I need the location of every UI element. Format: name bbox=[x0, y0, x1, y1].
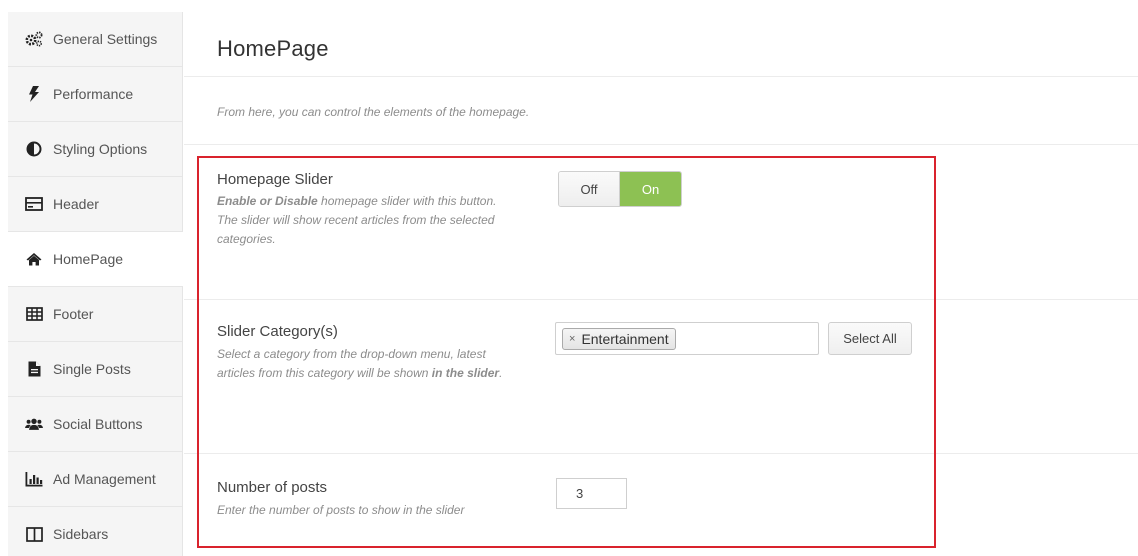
gears-icon bbox=[25, 30, 43, 48]
toggle-on-button[interactable]: On bbox=[620, 172, 681, 206]
sidebar-item-general-settings[interactable]: General Settings bbox=[8, 12, 182, 67]
sidebar-item-label: Header bbox=[53, 196, 99, 212]
posts-setting-desc: Enter the number of posts to show in the… bbox=[217, 503, 465, 517]
slider-setting-title: Homepage Slider bbox=[217, 171, 333, 188]
divider bbox=[184, 144, 1138, 145]
bolt-icon bbox=[25, 85, 43, 103]
sidebar-item-footer[interactable]: Footer bbox=[8, 287, 182, 342]
slider-setting-desc: Enable or Disable homepage slider with t… bbox=[217, 192, 507, 249]
category-desc-end: . bbox=[499, 366, 503, 380]
sidebar-item-header[interactable]: Header bbox=[8, 177, 182, 232]
divider bbox=[184, 76, 1138, 77]
sidebar-item-sidebars[interactable]: Sidebars bbox=[8, 507, 182, 556]
sidebar-item-label: Performance bbox=[53, 86, 134, 102]
sidebar-item-performance[interactable]: Performance bbox=[8, 67, 182, 122]
divider bbox=[184, 299, 1138, 300]
number-of-posts-input[interactable]: 3 bbox=[556, 478, 627, 509]
slider-desc-bold: Enable or Disable bbox=[217, 194, 318, 208]
sidebar-item-label: Styling Options bbox=[53, 141, 148, 157]
sidebar-item-label: Social Buttons bbox=[53, 416, 143, 432]
toggle-off-button[interactable]: Off bbox=[559, 172, 620, 206]
page-title: HomePage bbox=[217, 36, 329, 61]
category-setting-title: Slider Category(s) bbox=[217, 323, 338, 340]
bar-chart-icon bbox=[25, 470, 43, 488]
sidebar-item-label: General Settings bbox=[53, 31, 158, 47]
divider bbox=[184, 453, 1138, 454]
sidebar-item-homepage[interactable]: HomePage bbox=[8, 232, 183, 287]
sidebar-item-label: Sidebars bbox=[53, 526, 109, 542]
sidebar-item-label: HomePage bbox=[53, 251, 124, 267]
remove-tag-icon[interactable]: × bbox=[569, 333, 575, 345]
header-icon bbox=[25, 195, 43, 213]
home-icon bbox=[25, 250, 43, 268]
sidebar-item-label: Single Posts bbox=[53, 361, 131, 377]
sidebar-item-single-posts[interactable]: Single Posts bbox=[8, 342, 182, 397]
page-intro: From here, you can control the elements … bbox=[217, 105, 530, 119]
sidebar: General Settings Performance Styling Opt… bbox=[8, 12, 183, 556]
slider-toggle[interactable]: Off On bbox=[558, 171, 682, 207]
main-panel: HomePage From here, you can control the … bbox=[184, 12, 1138, 556]
sidebar-item-social-buttons[interactable]: Social Buttons bbox=[8, 397, 182, 452]
file-icon bbox=[25, 360, 43, 378]
category-tag: × Entertainment bbox=[562, 328, 676, 350]
users-icon bbox=[25, 415, 43, 433]
table-icon bbox=[25, 305, 43, 323]
sidebar-item-label: Footer bbox=[53, 306, 94, 322]
contrast-icon bbox=[25, 140, 43, 158]
sidebar-item-styling-options[interactable]: Styling Options bbox=[8, 122, 182, 177]
select-all-button[interactable]: Select All bbox=[828, 322, 912, 355]
category-tag-label: Entertainment bbox=[581, 331, 669, 347]
sidebar-item-label: Ad Management bbox=[53, 471, 156, 487]
sidebar-item-ad-management[interactable]: Ad Management bbox=[8, 452, 182, 507]
posts-setting-title: Number of posts bbox=[217, 479, 328, 496]
category-desc-bold: in the slider bbox=[431, 366, 500, 380]
columns-icon bbox=[25, 525, 43, 543]
category-setting-desc: Select a category from the drop-down men… bbox=[217, 345, 512, 383]
category-select[interactable]: × Entertainment bbox=[555, 322, 819, 355]
